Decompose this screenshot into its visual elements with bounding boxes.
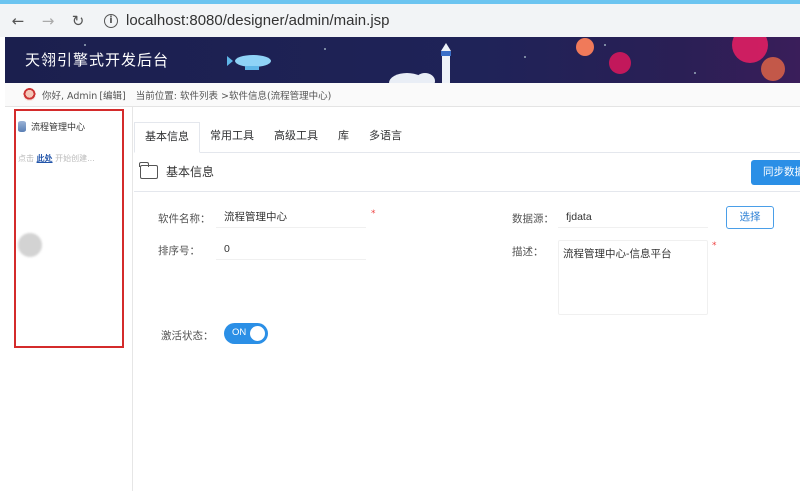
database-icon	[18, 121, 26, 132]
forward-icon[interactable]: →	[36, 9, 60, 33]
hint-suffix: 开始创建...	[55, 154, 95, 163]
app-header: 天翎引擎式开发后台	[5, 37, 800, 83]
reload-icon[interactable]: ↻	[66, 9, 90, 33]
software-name-input[interactable]: 流程管理中心	[216, 206, 366, 228]
tab-library[interactable]: 库	[328, 122, 359, 153]
active-toggle[interactable]: ON	[224, 323, 268, 344]
url-text: localhost:8080/designer/admin/main.jsp	[126, 12, 390, 29]
description-label: 描述：	[512, 246, 544, 258]
sync-data-button[interactable]: 同步数据	[751, 160, 800, 185]
active-status-label: 激活状态：	[161, 330, 214, 342]
order-input[interactable]: 0	[216, 238, 366, 260]
select-button[interactable]: 选择	[726, 206, 774, 229]
create-here-link[interactable]: 此处	[37, 154, 53, 163]
breadcrumb: 当前位置: 软件列表 >软件信息(流程管理中心)	[135, 90, 332, 102]
toggle-state-text: ON	[232, 327, 247, 338]
software-name-label: 软件名称：	[158, 213, 211, 225]
user-bar: 你好, Admin [编辑] 当前位置: 软件列表 >软件信息(流程管理中心)	[5, 83, 800, 107]
tab-common-tools[interactable]: 常用工具	[200, 122, 264, 153]
address-bar[interactable]: i localhost:8080/designer/admin/main.jsp	[104, 12, 390, 29]
order-label: 排序号：	[158, 245, 200, 257]
greeting-text: 你好, Admin	[42, 90, 98, 102]
edit-link[interactable]: [编辑]	[99, 88, 125, 102]
info-icon[interactable]: i	[104, 13, 118, 28]
browser-toolbar: ← → ↻ i localhost:8080/designer/admin/ma…	[0, 0, 800, 37]
toggle-knob	[250, 326, 265, 341]
tab-advanced-tools[interactable]: 高级工具	[264, 122, 328, 153]
tree-item-label: 流程管理中心	[31, 123, 86, 133]
required-mark: *	[371, 209, 376, 219]
back-icon[interactable]: ←	[6, 9, 30, 33]
hint-prefix: 点击	[18, 154, 34, 163]
sidebar: 流程管理中心 点击 此处 开始创建...	[5, 107, 133, 491]
section-header: 基本信息	[139, 161, 215, 180]
datasource-input[interactable]: fjdata	[558, 206, 708, 228]
description-textarea[interactable]: 流程管理中心-信息平台	[558, 240, 708, 315]
main-panel: 基本信息 常用工具 高级工具 库 多语言 基本信息 同步数据 软件名称： 流程管…	[134, 107, 800, 491]
tab-bar: 基本信息 常用工具 高级工具 库 多语言	[134, 122, 800, 153]
create-hint: 点击 此处 开始创建...	[18, 153, 95, 164]
avatar	[23, 88, 36, 101]
folder-icon	[139, 161, 158, 179]
datasource-label: 数据源：	[512, 213, 554, 225]
section-divider	[134, 191, 800, 192]
required-mark-desc: *	[712, 241, 717, 251]
tree-item-app[interactable]: 流程管理中心	[18, 120, 85, 133]
app-title: 天翎引擎式开发后台	[25, 52, 170, 69]
tab-multilanguage[interactable]: 多语言	[359, 122, 412, 153]
sidebar-highlight-box	[14, 109, 124, 348]
blurred-mark	[18, 233, 42, 257]
tab-basic-info[interactable]: 基本信息	[134, 122, 200, 153]
section-title: 基本信息	[166, 165, 215, 179]
